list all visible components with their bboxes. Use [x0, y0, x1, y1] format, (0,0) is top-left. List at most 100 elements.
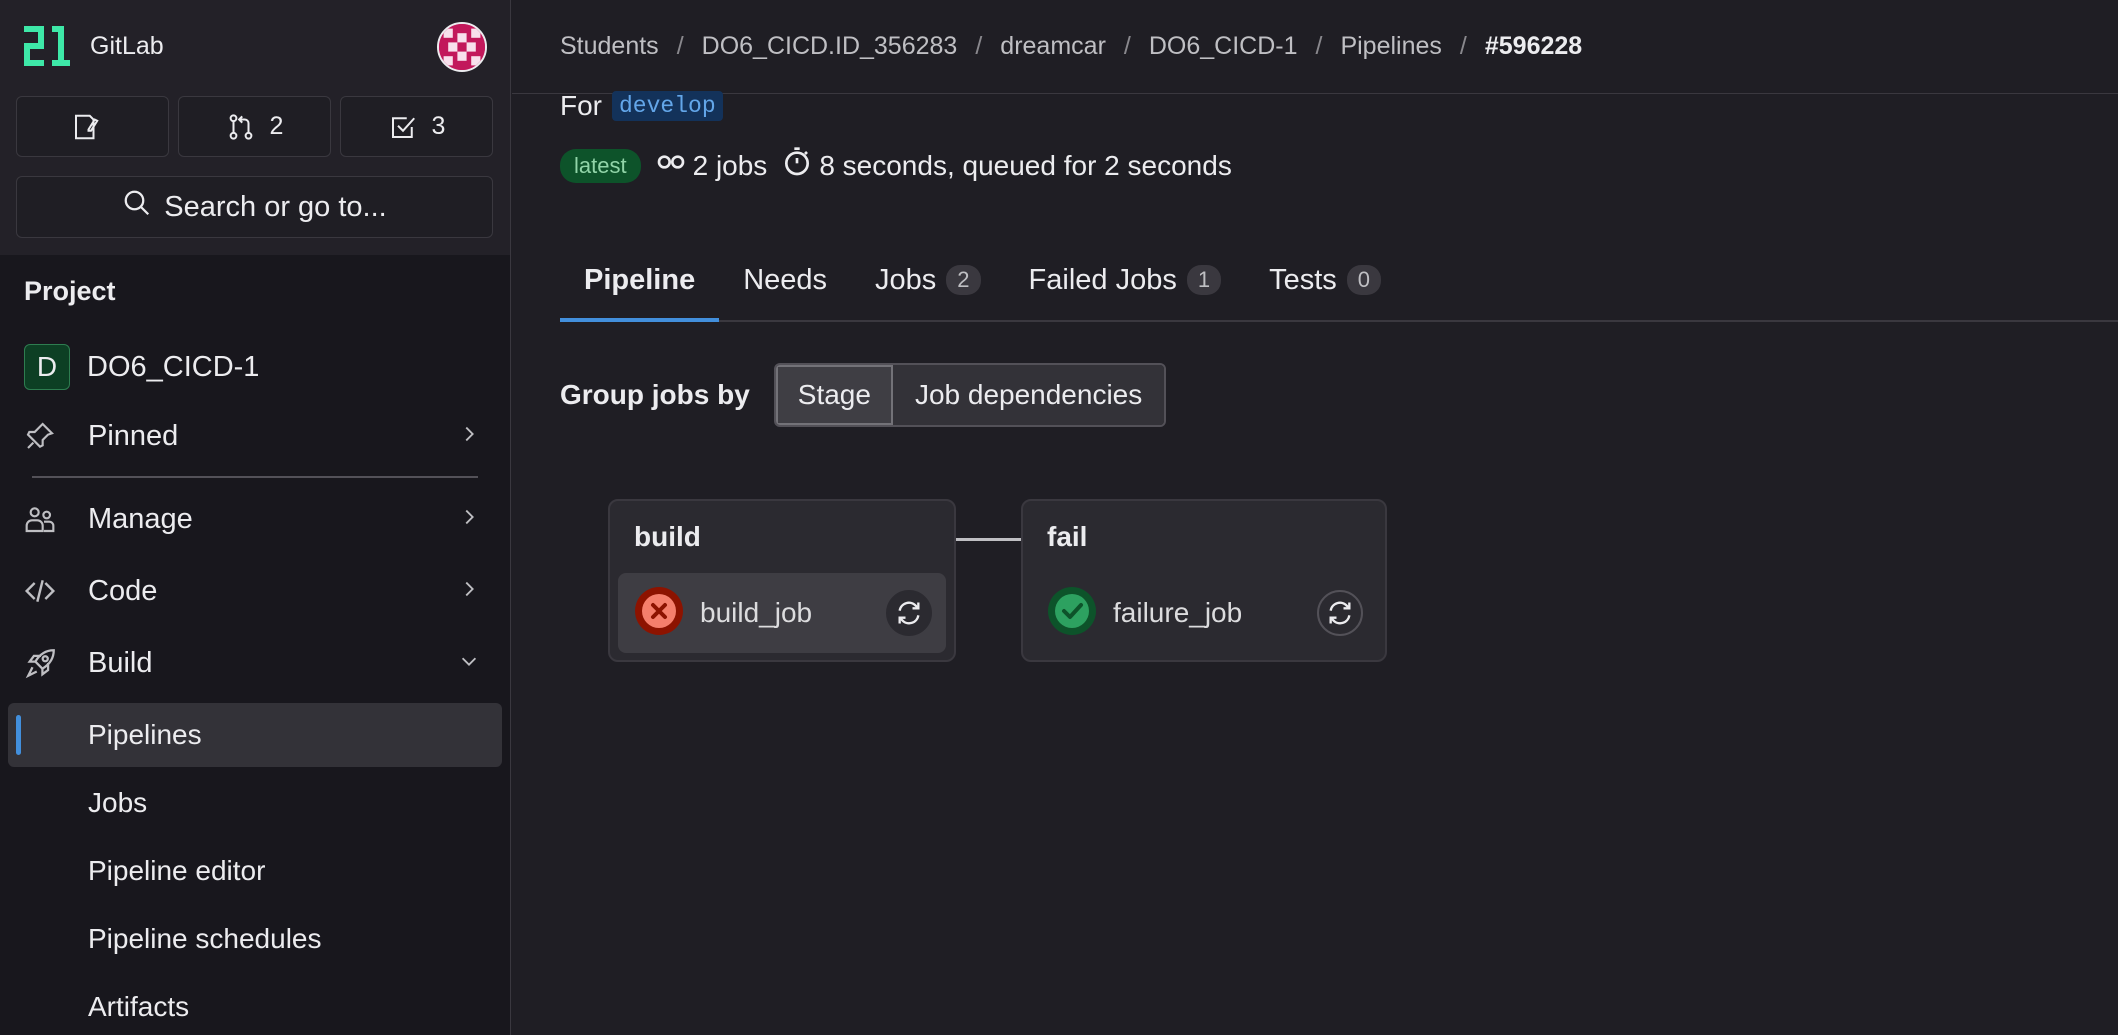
- sidebar-item-pinned[interactable]: Pinned: [24, 409, 488, 463]
- sidebar-item-pipeline-editor[interactable]: Pipeline editor: [8, 839, 502, 903]
- breadcrumb-separator: /: [1315, 32, 1323, 60]
- sidebar-item-artifacts[interactable]: Artifacts: [8, 975, 502, 1035]
- sidebar-item-jobs[interactable]: Jobs: [8, 771, 502, 835]
- duration-text: 8 seconds, queued for 2 seconds: [819, 149, 1232, 181]
- chevron-right-icon: [458, 420, 480, 453]
- search-button[interactable]: Search or go to...: [16, 176, 493, 238]
- latest-badge: latest: [560, 148, 641, 183]
- tab-count-badge: 1: [1186, 265, 1222, 295]
- chevron-down-icon: [458, 647, 480, 680]
- sidebar-section-title: Project: [24, 276, 116, 306]
- code-icon: [24, 575, 64, 607]
- stage-column-build: build build_job: [608, 499, 956, 662]
- sidebar-divider: [32, 476, 478, 478]
- tab-label: Jobs: [875, 263, 937, 296]
- issues-icon: [71, 112, 101, 142]
- jobs-count: 2 jobs: [655, 146, 768, 185]
- breadcrumb-item[interactable]: Students: [560, 32, 659, 61]
- sidebar-item-pipelines[interactable]: Pipelines: [8, 703, 502, 767]
- retry-icon: [1329, 601, 1351, 625]
- group-by-toggle: Stage Job dependencies: [773, 363, 1167, 427]
- merge-requests-count: 2: [269, 112, 284, 140]
- users-icon: [24, 503, 64, 535]
- for-label: For: [560, 90, 602, 121]
- pipeline-icon: [655, 146, 687, 185]
- tab-needs[interactable]: Needs: [719, 240, 851, 320]
- project-name: DO6_CICD-1: [87, 350, 260, 383]
- sidebar-item-manage[interactable]: Manage: [24, 492, 488, 546]
- retry-button[interactable]: [1317, 590, 1363, 636]
- breadcrumb-item[interactable]: DO6_CICD.ID_356283: [702, 32, 958, 61]
- tab-count-badge: 2: [946, 265, 981, 295]
- group-by-label: Group jobs by: [560, 379, 750, 410]
- todos-counter-button[interactable]: 3: [340, 96, 493, 157]
- user-counters: 2 3: [16, 96, 493, 157]
- merge-request-icon: [226, 112, 256, 142]
- todos-count: 3: [431, 112, 446, 140]
- todo-icon: [388, 112, 418, 142]
- stage-title: fail: [1047, 521, 1088, 552]
- tab-jobs[interactable]: Jobs 2: [851, 240, 1005, 320]
- tab-count-badge: 0: [1346, 265, 1382, 295]
- pipeline-tabs: Pipeline Needs Jobs 2 Failed Jobs 1 Test…: [560, 240, 2118, 322]
- timer-icon: [781, 146, 813, 185]
- merge-requests-counter-button[interactable]: 2: [178, 96, 331, 157]
- sidebar-item-code[interactable]: Code: [24, 564, 488, 618]
- retry-button[interactable]: [886, 590, 932, 636]
- breadcrumb-separator: /: [975, 32, 983, 60]
- rocket-icon: [24, 646, 64, 680]
- user-avatar[interactable]: [437, 22, 487, 72]
- breadcrumb-item[interactable]: Pipelines: [1340, 32, 1441, 61]
- breadcrumb-separator: /: [1123, 32, 1131, 60]
- gitlab-logo-icon: [24, 26, 70, 66]
- breadcrumb-item[interactable]: dreamcar: [1000, 32, 1106, 61]
- breadcrumb-item[interactable]: DO6_CICD-1: [1149, 32, 1298, 61]
- retry-icon: [898, 601, 920, 625]
- branch-link[interactable]: develop: [612, 91, 723, 121]
- job-name: build_job: [700, 597, 813, 628]
- sidebar-item-build[interactable]: Build: [24, 636, 488, 690]
- search-label: Search or go to...: [164, 190, 387, 223]
- breadcrumb-current[interactable]: #596228: [1485, 32, 1582, 61]
- tab-failed-jobs[interactable]: Failed Jobs 1: [1005, 240, 1246, 320]
- chevron-right-icon: [458, 503, 480, 536]
- project-avatar: D: [24, 344, 70, 390]
- sidebar-item-pipeline-schedules[interactable]: Pipeline schedules: [8, 907, 502, 971]
- breadcrumb: Students / DO6_CICD.ID_356283 / dreamcar…: [560, 32, 1582, 61]
- tab-pipeline[interactable]: Pipeline: [560, 240, 720, 322]
- status-success-icon: [1047, 586, 1097, 641]
- sidebar-item-label: Manage: [88, 502, 193, 535]
- stage-connector: [956, 538, 1022, 541]
- pipeline-meta: latest 2 jobs 8 seconds, queued for 2 se…: [560, 146, 1232, 185]
- sidebar-item-label: Pinned: [88, 419, 179, 452]
- pin-icon: [24, 420, 64, 452]
- group-jobs-by: Group jobs by Stage Job dependencies: [560, 363, 1167, 427]
- status-failed-icon: [634, 586, 684, 641]
- stage-title: build: [634, 521, 701, 552]
- breadcrumb-separator: /: [676, 32, 684, 60]
- search-icon: [122, 188, 152, 226]
- job-name: failure_job: [1113, 597, 1243, 628]
- tab-label: Failed Jobs: [1028, 263, 1177, 296]
- tab-tests[interactable]: Tests 0: [1245, 240, 1405, 320]
- sidebar-item-label: Build: [88, 646, 153, 679]
- sidebar: GitLab 2 3 Search or go to... Project D …: [0, 0, 511, 1035]
- group-by-dependencies-button[interactable]: Job dependencies: [892, 365, 1165, 425]
- breadcrumb-separator: /: [1459, 32, 1467, 60]
- tab-label: Needs: [743, 263, 828, 296]
- tab-label: Pipeline: [584, 263, 696, 296]
- pipeline-ref: For develop: [560, 90, 723, 122]
- job-item-build-job[interactable]: build_job: [618, 573, 946, 653]
- project-link[interactable]: D DO6_CICD-1: [24, 344, 259, 390]
- stage-column-fail: fail failure_job: [1021, 499, 1387, 662]
- tab-label: Tests: [1269, 263, 1337, 296]
- brand-link[interactable]: GitLab: [24, 26, 164, 66]
- chevron-right-icon: [458, 575, 480, 608]
- group-by-stage-button[interactable]: Stage: [775, 365, 893, 425]
- top-bar: Students / DO6_CICD.ID_356283 / dreamcar…: [512, 0, 2118, 94]
- sidebar-item-label: Code: [88, 574, 158, 607]
- job-item-failure-job[interactable]: failure_job: [1031, 573, 1377, 653]
- brand-name: GitLab: [90, 31, 164, 60]
- issues-counter-button[interactable]: [16, 96, 169, 157]
- jobs-count-text: 2 jobs: [692, 149, 768, 181]
